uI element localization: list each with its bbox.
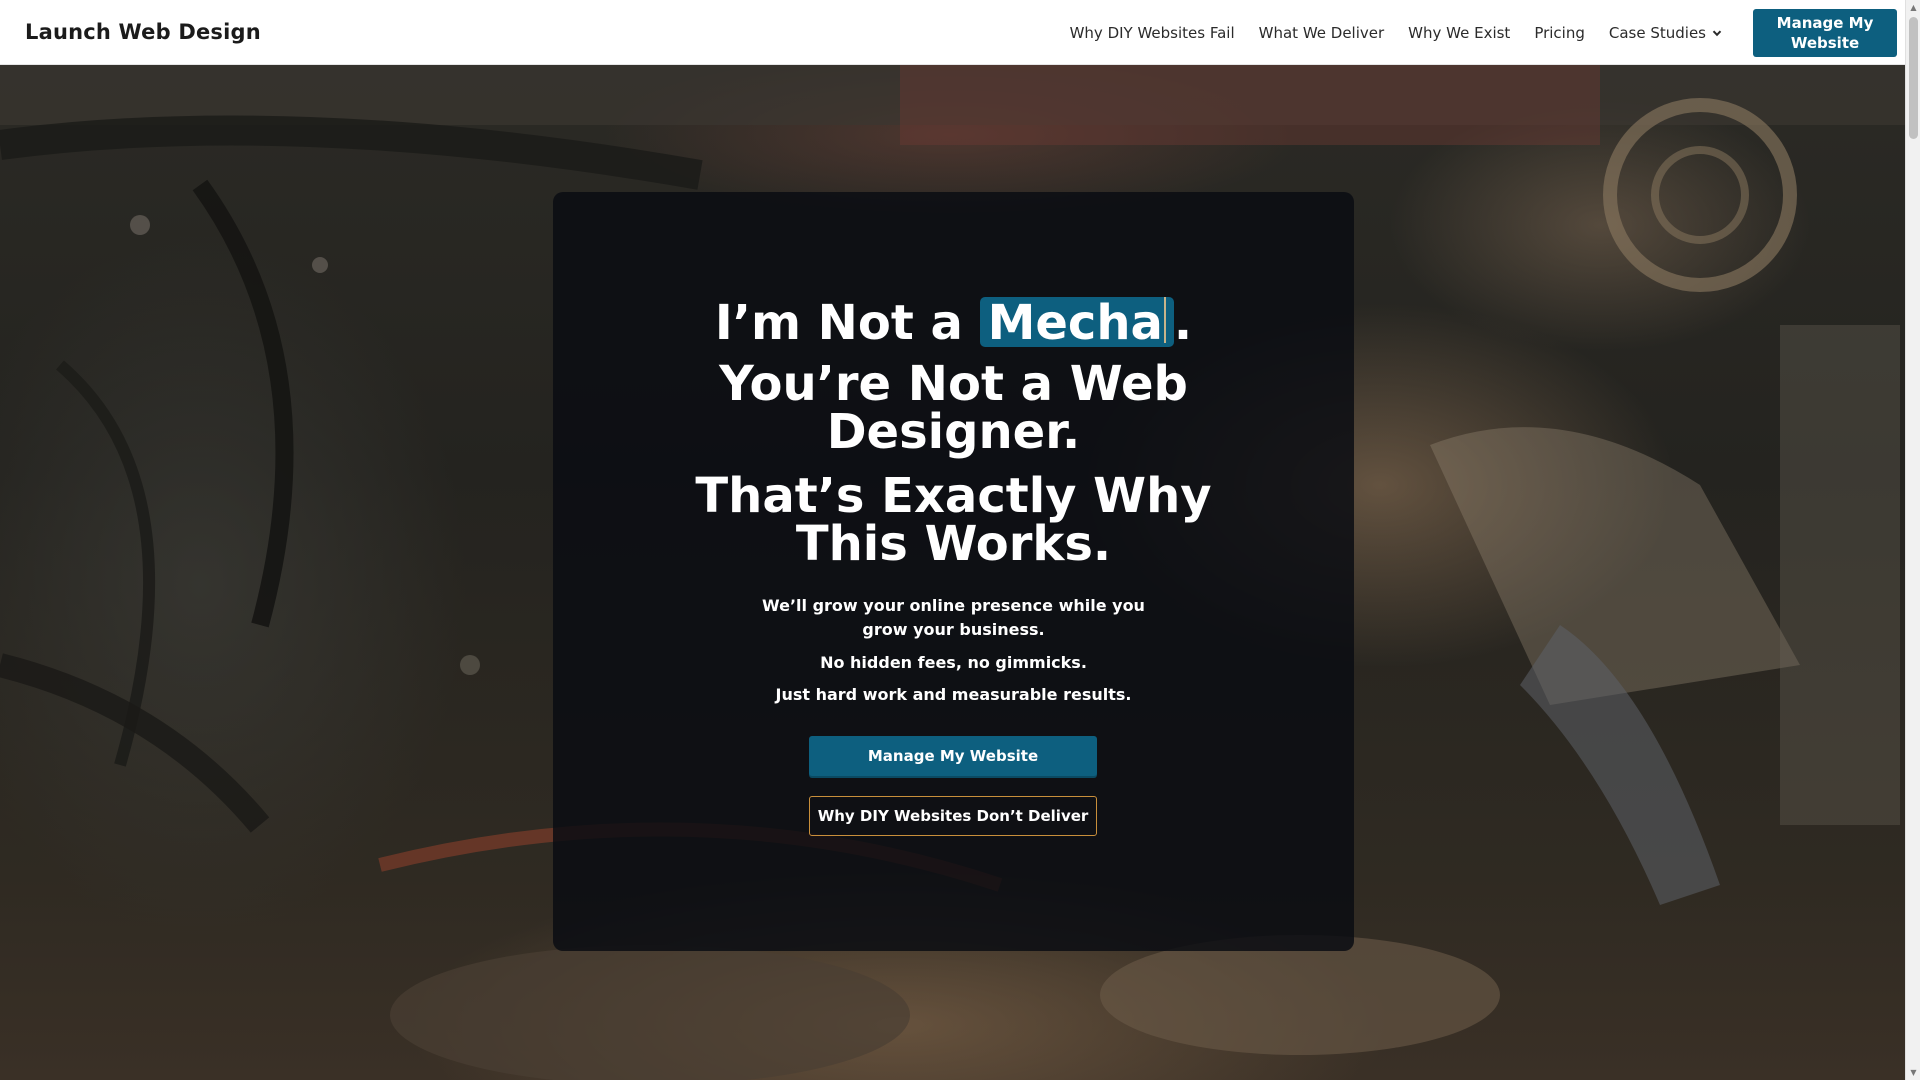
manage-my-website-button[interactable]: Manage My Website <box>809 736 1097 776</box>
main-nav: Why DIY Websites Fail What We Deliver Wh… <box>1070 0 1723 65</box>
nav-pricing[interactable]: Pricing <box>1534 24 1585 42</box>
nav-label: What We Deliver <box>1258 23 1385 42</box>
hero-section: I’m Not a Mecha. You’re Not a Web Design… <box>0 65 1905 1080</box>
site-header: Launch Web Design Why DIY Websites Fail … <box>0 0 1905 65</box>
hero-headline-line-1: I’m Not a Mecha. <box>553 297 1354 347</box>
manage-my-website-header-button[interactable]: Manage My Website <box>1753 9 1897 57</box>
typed-word: Mecha <box>987 295 1163 351</box>
hero-subtext-3: Just hard work and measurable results. <box>775 685 1132 704</box>
nav-label: Why We Exist <box>1408 23 1511 42</box>
typed-word-highlight: Mecha <box>979 297 1174 347</box>
nav-why-diy-websites-fail[interactable]: Why DIY Websites Fail <box>1070 24 1235 42</box>
why-diy-websites-dont-deliver-button[interactable]: Why DIY Websites Don’t Deliver <box>809 796 1097 836</box>
headline-suffix: . <box>1173 295 1193 351</box>
scroll-down-arrow-icon[interactable]: ▼ <box>1906 1065 1920 1080</box>
nav-what-we-deliver[interactable]: What We Deliver <box>1259 24 1385 42</box>
nav-label: Case Studies <box>1608 23 1706 42</box>
nav-case-studies-dropdown[interactable]: Case Studies <box>1609 24 1723 42</box>
nav-why-we-exist[interactable]: Why We Exist <box>1408 24 1510 42</box>
chevron-down-icon <box>1712 30 1722 36</box>
brand-logo-text[interactable]: Launch Web Design <box>25 0 261 65</box>
scroll-up-arrow-icon[interactable]: ▲ <box>1906 0 1920 15</box>
nav-label: Pricing <box>1534 23 1585 42</box>
hero-overlay-card: I’m Not a Mecha. You’re Not a Web Design… <box>553 192 1354 951</box>
nav-label: Why DIY Websites Fail <box>1069 23 1235 42</box>
headline-prefix: I’m Not a <box>714 295 980 351</box>
hero-headline-line-2: You’re Not a Web Designer. <box>719 356 1188 460</box>
page-scrollbar[interactable]: ▲ ▼ <box>1905 0 1920 1080</box>
hero-subtext-2: No hidden fees, no gimmicks. <box>820 653 1087 672</box>
hero-headline-line-3: That’s Exactly Why This Works. <box>695 468 1212 572</box>
typing-caret <box>1163 297 1166 343</box>
hero-subtext-1: We’ll grow your online presence while yo… <box>762 596 1145 639</box>
scrollbar-thumb[interactable] <box>1909 17 1918 139</box>
